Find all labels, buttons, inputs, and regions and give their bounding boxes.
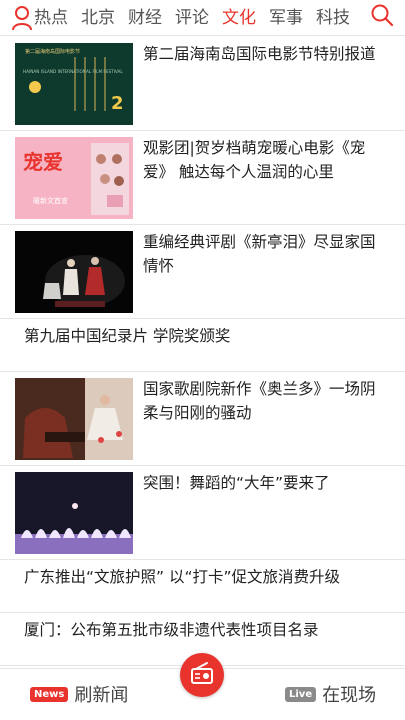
news-thumbnail: 宠爱 暖新文首宣: [15, 137, 133, 219]
tab-hot[interactable]: 热点: [34, 0, 68, 36]
news-feed: 第二届海南岛国际电影节 HAINAN ISLAND INTERNATIONAL …: [0, 37, 405, 666]
news-item[interactable]: 第二届海南岛国际电影节 HAINAN ISLAND INTERNATIONAL …: [0, 37, 405, 131]
news-badge: News: [30, 686, 69, 702]
news-thumbnail: 第二届海南岛国际电影节 HAINAN ISLAND INTERNATIONAL …: [15, 43, 133, 125]
tab-finance[interactable]: 财经: [128, 0, 162, 36]
news-title[interactable]: 国家歌剧院新作《奥兰多》一场阴柔与阳刚的骚动: [143, 377, 389, 425]
radio-icon: [191, 662, 213, 684]
channel-tabs: 热点 北京 财经 评论 文化 军事 科技: [34, 0, 363, 36]
news-title[interactable]: 突围！舞蹈的“大年”要来了: [143, 471, 389, 495]
tab-beijing[interactable]: 北京: [81, 0, 115, 36]
news-title[interactable]: 观影团|贺岁档萌宠暖心电影《宠爱》 触达每个人温润的心里: [143, 136, 389, 184]
user-icon[interactable]: [11, 5, 33, 31]
news-title[interactable]: 广东推出“文旅护照” 以“打卡”促文旅消费升级: [24, 565, 389, 589]
live-badge: Live: [285, 686, 317, 702]
news-thumbnail: [15, 231, 133, 313]
tab-comment[interactable]: 评论: [175, 0, 209, 36]
news-item[interactable]: 国家歌剧院新作《奥兰多》一场阴柔与阳刚的骚动: [0, 372, 405, 466]
tab-military[interactable]: 军事: [269, 0, 303, 36]
refresh-news-label: 刷新闻: [74, 685, 129, 706]
news-title[interactable]: 重编经典评剧《新亭泪》尽显家国情怀: [143, 230, 389, 278]
thumb-caption-3: 2: [111, 93, 124, 114]
news-title[interactable]: 第二届海南岛国际电影节特别报道: [143, 42, 389, 66]
news-title[interactable]: 第九届中国纪录片 学院奖颁奖: [24, 324, 389, 348]
news-item[interactable]: 广东推出“文旅护照” 以“打卡”促文旅消费升级: [0, 560, 405, 613]
news-title[interactable]: 厦门：公布第五批市级非遗代表性项目名录: [24, 618, 389, 642]
live-button[interactable]: Live 在现场: [285, 681, 376, 707]
tab-tech[interactable]: 科技: [316, 0, 350, 36]
news-item[interactable]: 宠爱 暖新文首宣 观影团|贺岁档萌宠暖心电影《宠爱》 触达每个人温润的心里: [0, 131, 405, 225]
top-nav: 热点 北京 财经 评论 文化 军事 科技: [0, 0, 405, 36]
thumb-caption-1: 宠爱: [23, 150, 63, 174]
news-item[interactable]: 重编经典评剧《新亭泪》尽显家国情怀: [0, 225, 405, 319]
news-thumbnail: [15, 472, 133, 554]
news-thumbnail: [15, 378, 133, 460]
news-item[interactable]: 突围！舞蹈的“大年”要来了: [0, 466, 405, 560]
thumb-caption-2: HAINAN ISLAND INTERNATIONAL FILM FESTIVA…: [23, 69, 123, 74]
refresh-news-button[interactable]: News 刷新闻: [30, 681, 128, 707]
tab-culture[interactable]: 文化: [222, 0, 256, 36]
search-icon[interactable]: [370, 3, 394, 27]
bottom-bar: News 刷新闻 Live 在现场: [0, 653, 405, 720]
news-item[interactable]: 第九届中国纪录片 学院奖颁奖: [0, 319, 405, 372]
thumb-caption-1: 第二届海南岛国际电影节: [25, 48, 80, 55]
thumb-caption-2: 暖新文首宣: [33, 196, 68, 205]
radio-button[interactable]: [180, 653, 224, 697]
live-label: 在现场: [322, 685, 377, 706]
